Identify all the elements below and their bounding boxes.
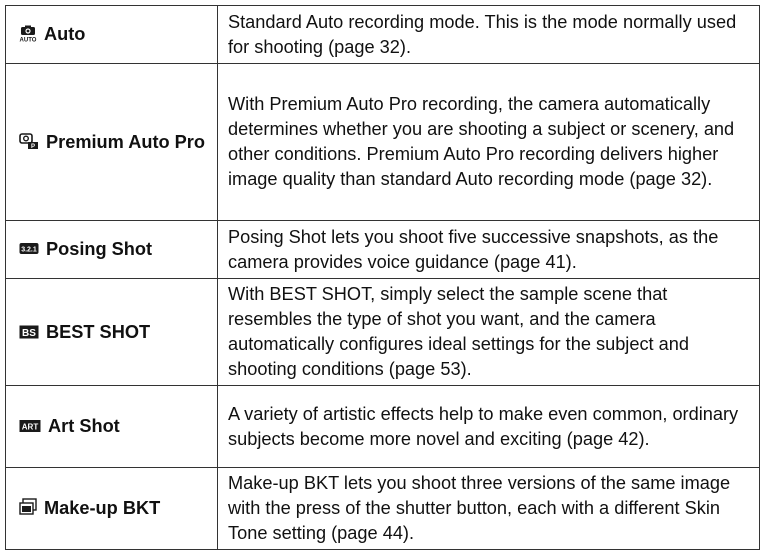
mode-description: With Premium Auto Pro recording, the cam… [217, 63, 760, 221]
mode-name: Premium Auto Pro [46, 131, 205, 152]
table-row: P Premium Auto Pro With Premium Auto Pro… [5, 63, 760, 221]
svg-text:3.2.1: 3.2.1 [21, 247, 37, 254]
mode-name-cell: P Premium Auto Pro [5, 63, 218, 221]
mode-description: A variety of artistic effects help to ma… [217, 385, 760, 468]
svg-text:P: P [31, 144, 35, 150]
mode-description: Standard Auto recording mode. This is th… [217, 5, 760, 64]
table-row: Make-up BKT Make-up BKT lets you shoot t… [5, 467, 760, 550]
table-row: AUTO Auto Standard Auto recording mode. … [5, 5, 760, 64]
mode-name-cell: ART Art Shot [5, 385, 218, 468]
premium-auto-pro-icon: P [19, 132, 39, 150]
svg-text:AUTO: AUTO [20, 38, 37, 43]
table-row: BS BEST SHOT With BEST SHOT, simply sele… [5, 278, 760, 386]
mode-name: BEST SHOT [46, 321, 151, 342]
mode-description: With BEST SHOT, simply select the sample… [217, 278, 760, 386]
mode-name-cell: Make-up BKT [5, 467, 218, 550]
mode-name: Make-up BKT [44, 498, 161, 518]
svg-text:BS: BS [22, 328, 36, 339]
best-shot-icon: BS [19, 324, 39, 340]
art-shot-icon: ART [19, 418, 41, 434]
mode-description: Posing Shot lets you shoot five successi… [217, 220, 760, 279]
mode-name: Auto [44, 24, 86, 44]
mode-name-cell: AUTO Auto [5, 5, 218, 64]
svg-text:ART: ART [22, 423, 39, 432]
mode-description: Make-up BKT lets you shoot three version… [217, 467, 760, 550]
table-row: 3.2.1 Posing Shot Posing Shot lets you s… [5, 220, 760, 279]
make-up-bkt-icon [19, 498, 37, 516]
mode-name-cell: BS BEST SHOT [5, 278, 218, 386]
mode-name-cell: 3.2.1 Posing Shot [5, 220, 218, 279]
table-row: ART Art Shot A variety of artistic effec… [5, 385, 760, 468]
auto-mode-icon: AUTO [19, 24, 37, 42]
posing-shot-icon: 3.2.1 [19, 241, 39, 257]
mode-name: Posing Shot [46, 239, 153, 259]
recording-modes-table: AUTO Auto Standard Auto recording mode. … [5, 5, 760, 550]
mode-name: Art Shot [48, 416, 120, 436]
